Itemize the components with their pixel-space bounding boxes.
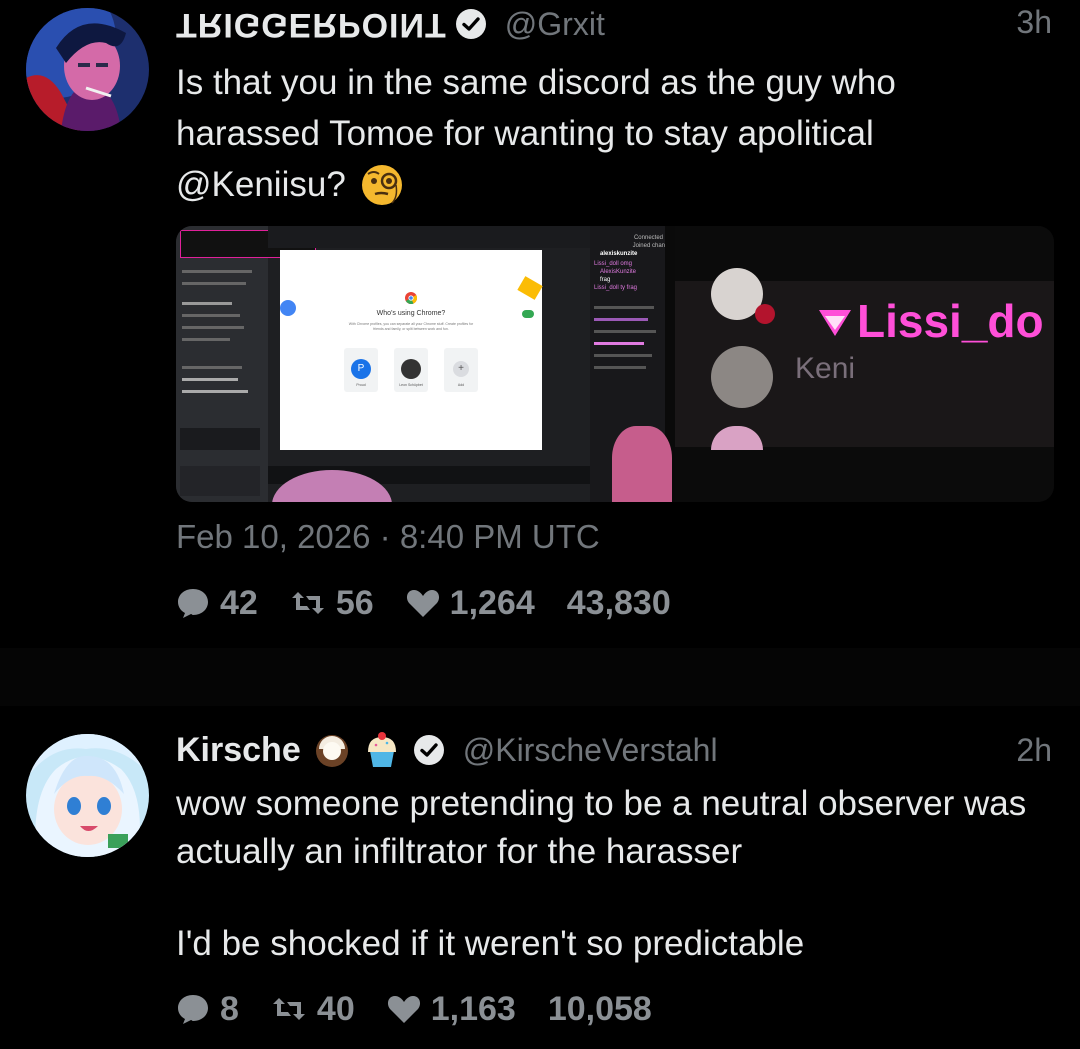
like-stat[interactable]: 1,163: [387, 990, 516, 1029]
handle[interactable]: @Grxit: [505, 6, 605, 43]
media-image-1[interactable]: Who's using Chrome? With Chrome profiles…: [176, 226, 672, 502]
tweet-date[interactable]: Feb 10, 2026 · 8:40 PM UTC: [176, 518, 600, 556]
reply-stat[interactable]: 8: [176, 990, 239, 1029]
face-with-monocle-icon: [361, 164, 402, 205]
retweet-stat[interactable]: 56: [290, 584, 374, 623]
diamond-icon: [819, 310, 851, 336]
tweet-stats: 42 56 1,264 43,830: [176, 582, 703, 624]
tweet-media[interactable]: Who's using Chrome? With Chrome profiles…: [176, 226, 1054, 502]
tweet-text-line: I'd be shocked if it weren't so predicta…: [176, 924, 805, 963]
tweet-divider: [0, 648, 1080, 706]
chrome-icon: [405, 292, 417, 304]
zoom-username: Lissi_do: [857, 295, 1044, 347]
cupcake-icon: [367, 732, 396, 767]
heart-icon: [406, 590, 439, 617]
reply-icon: [178, 995, 208, 1024]
tweet-text: wow someone pretending to be a neutral o…: [176, 780, 1056, 968]
retweet-icon: [272, 998, 305, 1020]
avatar[interactable]: [26, 734, 149, 857]
timestamp[interactable]: 3h: [1016, 4, 1052, 41]
tweet-stats: 8 40 1,163 10,058: [176, 988, 684, 1030]
tweet-text-line: actually an infiltrator for the harasser: [176, 832, 743, 871]
tweet-text: Is that you in the same discord as the g…: [176, 57, 1056, 210]
chat-avatar: [711, 346, 773, 408]
dialog-title: Who's using Chrome?: [376, 310, 446, 317]
profile-card: P Proud: [344, 348, 378, 392]
heart-icon: [387, 996, 420, 1023]
vtuber-avatar: [612, 426, 672, 502]
tweet-text-line: Is that you in the same discord as the g…: [176, 63, 896, 102]
dialog-subtitle: With Chrome profiles, you can separate a…: [348, 322, 474, 331]
mention-link[interactable]: @Keniisu?: [176, 159, 346, 210]
zoom-username: Keni: [795, 352, 856, 385]
timestamp[interactable]: 2h: [1016, 732, 1052, 769]
coconut-icon: [315, 735, 348, 767]
tweet-header: TRIGGERPOINT @Grxit: [176, 2, 605, 46]
media-image-2[interactable]: Lissi_do Keni: [675, 226, 1054, 502]
reply-icon: [178, 589, 208, 618]
views-stat[interactable]: 10,058: [548, 990, 652, 1029]
discord-sidebar: [176, 226, 316, 502]
like-stat[interactable]: 1,264: [406, 584, 535, 623]
profile-card: + Add: [444, 348, 478, 392]
tweet-text-line: wow someone pretending to be a neutral o…: [176, 784, 1027, 823]
retweet-icon: [291, 592, 324, 614]
retweet-stat[interactable]: 40: [271, 990, 355, 1029]
reply-stat[interactable]: 42: [176, 584, 258, 623]
display-name[interactable]: Kirsche: [176, 731, 301, 770]
profile-card: Leon Schüpbet: [394, 348, 428, 392]
tweet-2[interactable]: Kirsche @KirscheVerstahl 2h wow someone …: [0, 706, 1080, 1049]
verified-badge-icon: [413, 735, 444, 765]
tweet-text-line: harassed Tomoe for wanting to stay apoli…: [176, 114, 874, 153]
chrome-profile-dialog: Who's using Chrome? With Chrome profiles…: [280, 250, 542, 450]
tweet-1[interactable]: TRIGGERPOINT @Grxit 3h Is that you in th…: [0, 0, 1080, 648]
avatar[interactable]: [26, 8, 149, 131]
handle[interactable]: @KirscheVerstahl: [463, 732, 718, 769]
views-stat[interactable]: 43,830: [567, 584, 671, 623]
verified-badge-icon: [455, 9, 486, 39]
display-name[interactable]: TRIGGERPOINT: [176, 5, 447, 44]
tweet-header: Kirsche @KirscheVerstahl: [176, 728, 718, 772]
